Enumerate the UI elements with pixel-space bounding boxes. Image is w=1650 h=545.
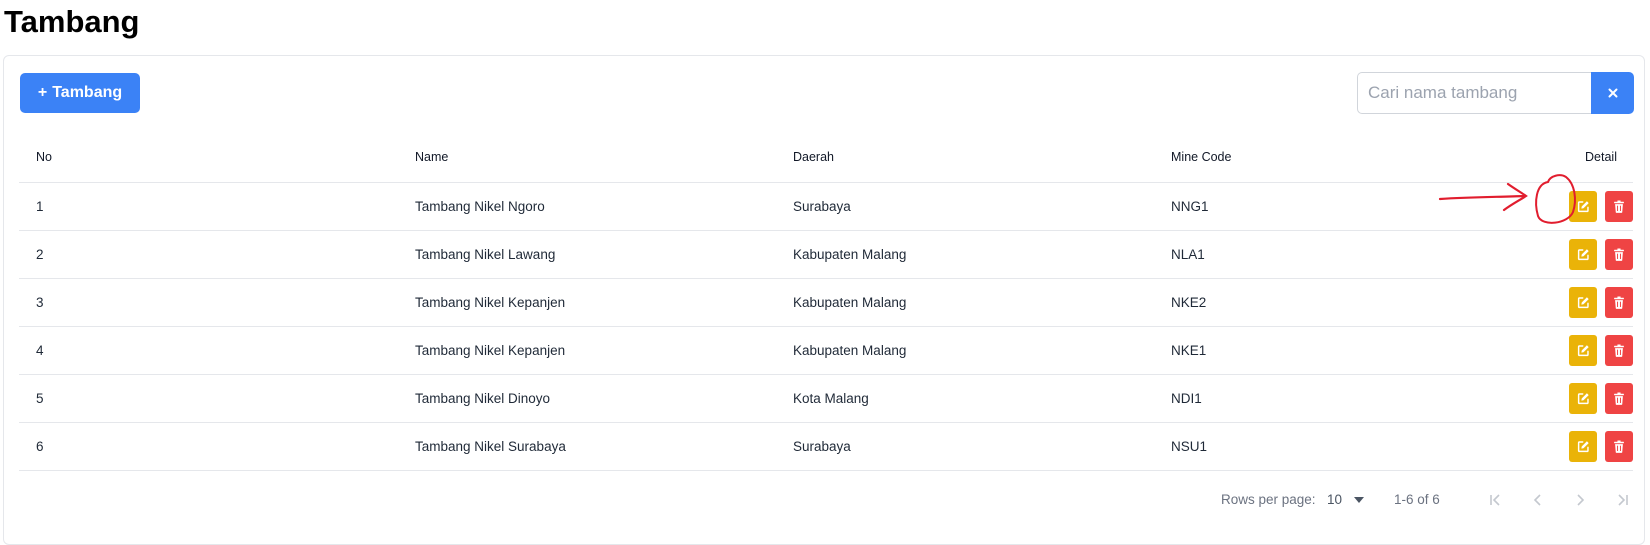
cell-mine-code: NSU1 (1171, 439, 1208, 454)
row-actions (1569, 383, 1633, 414)
edit-icon (1577, 297, 1589, 309)
cell-no: 6 (36, 439, 44, 454)
header-no: No (36, 150, 52, 164)
rows-per-page-value: 10 (1327, 492, 1343, 507)
cell-name: Tambang Nikel Dinoyo (415, 391, 551, 406)
cell-mine-code: NLA1 (1171, 247, 1205, 262)
search-group (1357, 72, 1634, 114)
edit-icon (1577, 441, 1589, 453)
trash-icon (1614, 344, 1624, 357)
table-row: 5 Tambang Nikel Dinoyo Kota Malang NDI1 (19, 375, 1633, 423)
close-icon (1608, 88, 1617, 98)
edit-icon (1577, 393, 1589, 405)
edit-icon (1577, 345, 1589, 357)
cell-daerah: Kabupaten Malang (793, 247, 907, 262)
caret-down-icon (1354, 496, 1365, 503)
rows-per-page-select[interactable]: 10 (1327, 492, 1365, 507)
first-page-icon (1490, 494, 1500, 506)
delete-button[interactable] (1605, 191, 1633, 222)
edit-button[interactable] (1569, 287, 1597, 318)
cell-no: 2 (36, 247, 44, 262)
cell-name: Tambang Nikel Ngoro (415, 199, 545, 214)
cell-mine-code: NDI1 (1171, 391, 1202, 406)
chevron-right-icon (1577, 494, 1585, 506)
last-page-button[interactable] (1606, 486, 1638, 514)
cell-mine-code: NKE2 (1171, 295, 1207, 310)
cell-name: Tambang Nikel Surabaya (415, 439, 566, 454)
pager-buttons (1480, 486, 1638, 514)
cell-no: 3 (36, 295, 44, 310)
edit-button[interactable] (1569, 335, 1597, 366)
rows-per-page-label: Rows per page: (1221, 492, 1316, 507)
header-mine-code: Mine Code (1171, 150, 1232, 164)
trash-icon (1614, 248, 1624, 261)
trash-icon (1614, 392, 1624, 405)
cell-daerah: Kabupaten Malang (793, 343, 907, 358)
cell-name: Tambang Nikel Kepanjen (415, 343, 566, 358)
trash-icon (1614, 200, 1624, 213)
table-row: 1 Tambang Nikel Ngoro Surabaya NNG1 (19, 183, 1633, 231)
cell-mine-code: NNG1 (1171, 199, 1209, 214)
table-pagination: Rows per page: 10 1-6 of 6 (19, 480, 1633, 520)
table-header: No Name Daerah Mine Code Detail (19, 132, 1633, 183)
delete-button[interactable] (1605, 383, 1633, 414)
delete-button[interactable] (1605, 335, 1633, 366)
chevron-left-icon (1533, 494, 1541, 506)
clear-search-button[interactable] (1591, 72, 1634, 114)
edit-button[interactable] (1569, 191, 1597, 222)
search-input[interactable] (1357, 72, 1591, 114)
page-title: Tambang (4, 4, 140, 39)
tambang-table: No Name Daerah Mine Code Detail 1 Tamban… (19, 132, 1633, 471)
row-actions (1569, 191, 1633, 222)
cell-no: 1 (36, 199, 44, 214)
cell-name: Tambang Nikel Kepanjen (415, 295, 566, 310)
header-detail: Detail (1585, 150, 1617, 164)
header-name: Name (415, 150, 449, 164)
edit-button[interactable] (1569, 431, 1597, 462)
table-row: 6 Tambang Nikel Surabaya Surabaya NSU1 (19, 423, 1633, 471)
cell-daerah: Kota Malang (793, 391, 869, 406)
pagination-range: 1-6 of 6 (1394, 492, 1440, 507)
cell-no: 4 (36, 343, 44, 358)
trash-icon (1614, 440, 1624, 453)
first-page-button[interactable] (1480, 486, 1512, 514)
row-actions (1569, 287, 1633, 318)
delete-button[interactable] (1605, 287, 1633, 318)
row-actions (1569, 335, 1633, 366)
table-row: 3 Tambang Nikel Kepanjen Kabupaten Malan… (19, 279, 1633, 327)
edit-button[interactable] (1569, 383, 1597, 414)
plus-icon: + (37, 84, 48, 101)
cell-mine-code: NKE1 (1171, 343, 1207, 358)
last-page-icon (1618, 494, 1628, 506)
edit-button[interactable] (1569, 239, 1597, 270)
row-actions (1569, 431, 1633, 462)
cell-daerah: Kabupaten Malang (793, 295, 907, 310)
edit-icon (1577, 201, 1589, 213)
add-tambang-button[interactable]: + Tambang (20, 73, 140, 113)
cell-no: 5 (36, 391, 44, 406)
table-row: 4 Tambang Nikel Kepanjen Kabupaten Malan… (19, 327, 1633, 375)
next-page-button[interactable] (1564, 486, 1596, 514)
delete-button[interactable] (1605, 239, 1633, 270)
cell-name: Tambang Nikel Lawang (415, 247, 556, 262)
row-actions (1569, 239, 1633, 270)
delete-button[interactable] (1605, 431, 1633, 462)
header-daerah: Daerah (793, 150, 834, 164)
trash-icon (1614, 296, 1624, 309)
edit-icon (1577, 249, 1589, 261)
prev-page-button[interactable] (1522, 486, 1554, 514)
cell-daerah: Surabaya (793, 199, 851, 214)
cell-daerah: Surabaya (793, 439, 851, 454)
add-tambang-label: Tambang (52, 84, 123, 101)
table-row: 2 Tambang Nikel Lawang Kabupaten Malang … (19, 231, 1633, 279)
